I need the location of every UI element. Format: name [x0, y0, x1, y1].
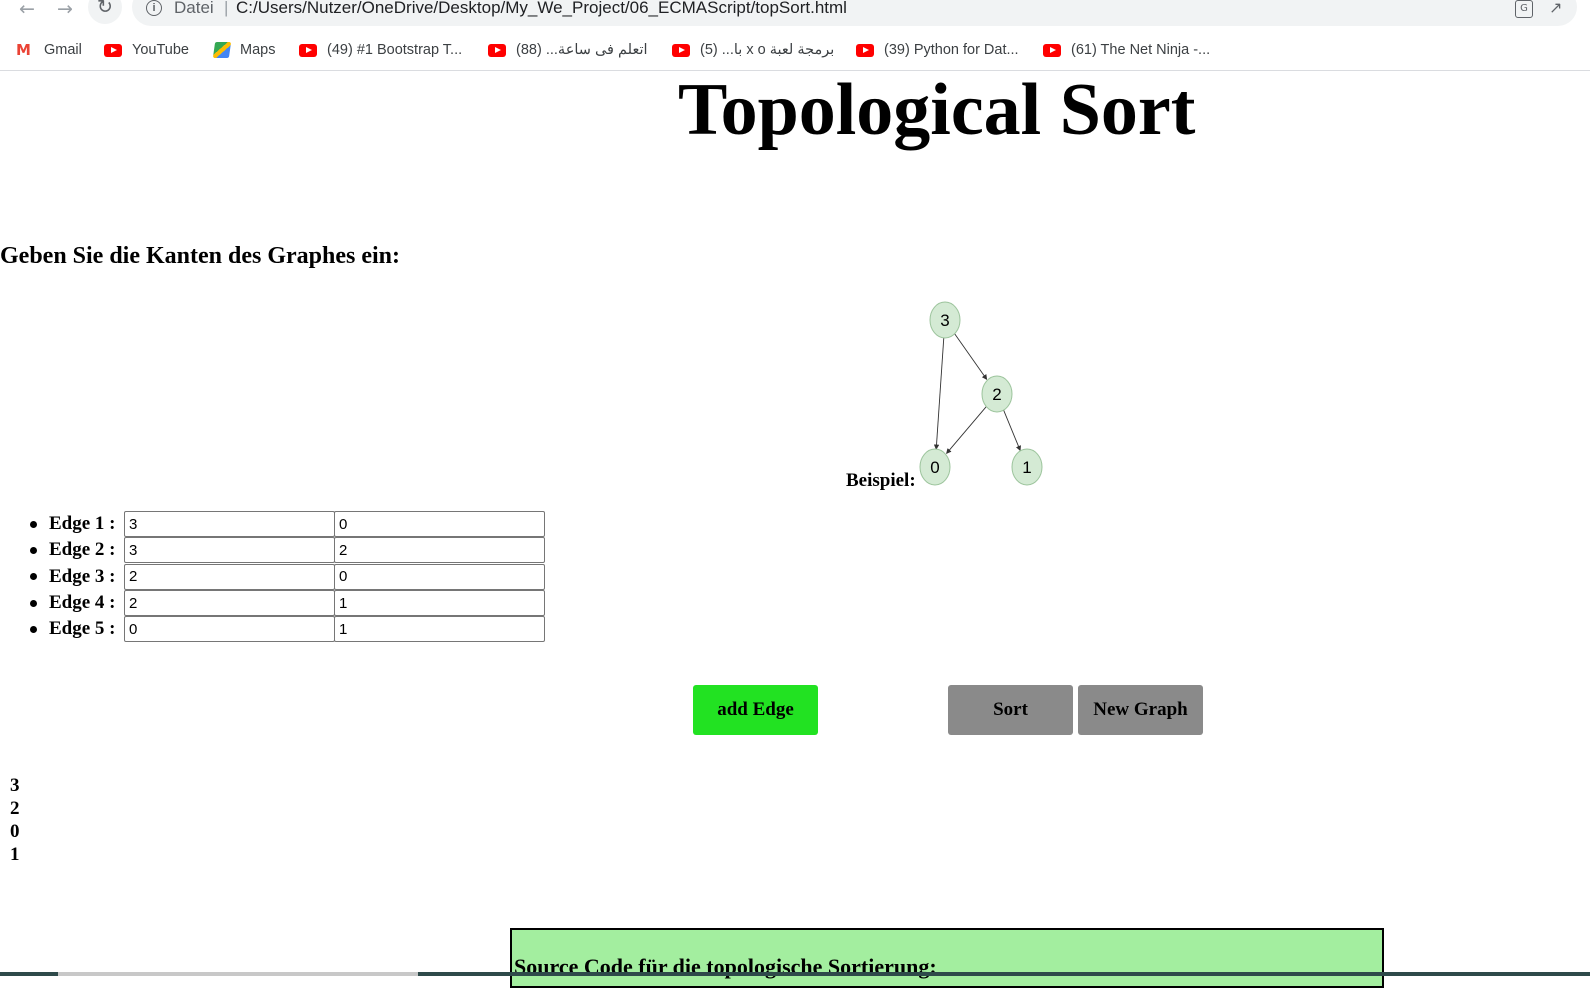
url-text[interactable]: C:/Users/Nutzer/OneDrive/Desktop/My_We_P… — [236, 0, 847, 18]
youtube-icon — [299, 43, 317, 57]
list-bullet — [30, 520, 37, 528]
url-separator: | — [224, 0, 229, 17]
edge-label: Edge 5 : — [49, 618, 116, 640]
youtube-icon — [1043, 43, 1061, 57]
edge-to-input[interactable] — [334, 563, 545, 590]
graph-node-label: 3 — [940, 311, 949, 330]
edge-row: Edge 5 : — [28, 616, 545, 643]
reload-icon[interactable]: ↻ — [88, 0, 122, 24]
result-item: 3 — [10, 775, 20, 796]
bookmark-arabic-1[interactable]: اتعلم فى ساعة... (88) — [488, 39, 648, 61]
bookmark-python[interactable]: (39) Python for Dat... — [856, 39, 1019, 61]
new-graph-button[interactable]: New Graph — [1078, 685, 1203, 735]
example-graph-image: 3 2 0 1 — [919, 301, 1043, 486]
result-item: 0 — [10, 821, 20, 842]
sort-button[interactable]: Sort — [948, 685, 1073, 735]
edge-from-input[interactable] — [124, 563, 335, 590]
bookmark-label: (61) The Net Ninja -... — [1071, 42, 1211, 58]
scheme-label: Datei — [174, 0, 214, 17]
list-bullet — [30, 573, 37, 581]
gmail-icon: M — [16, 40, 31, 59]
translate-icon[interactable]: G — [1515, 0, 1533, 18]
bookmark-maps[interactable]: Maps — [212, 39, 276, 61]
maps-icon — [212, 42, 232, 58]
graph-edge-2-0 — [946, 405, 987, 454]
edge-row: Edge 3 : — [28, 563, 545, 590]
result-item: 1 — [10, 844, 20, 865]
list-bullet — [30, 599, 37, 607]
edge-from-input[interactable] — [124, 537, 335, 564]
edge-to-input[interactable] — [334, 616, 545, 643]
bookmark-bootstrap[interactable]: (49) #1 Bootstrap T... — [299, 39, 462, 61]
edge-label: Edge 2 : — [49, 539, 116, 561]
graph-edge-3-2 — [953, 332, 988, 381]
edge-label: Edge 1 : — [49, 513, 116, 535]
edge-row: Edge 4 : — [28, 590, 545, 617]
bookmark-label: برمجة لعبة x o با... (5) — [700, 42, 835, 58]
youtube-icon — [104, 43, 122, 57]
browser-toolbar: ← → ↻ i Datei | C:/Users/Nutzer/OneDrive… — [0, 0, 1590, 30]
back-arrow-icon[interactable]: ← — [12, 0, 42, 24]
edge-to-input[interactable] — [334, 537, 545, 564]
bookmark-net-ninja[interactable]: (61) The Net Ninja -... — [1043, 39, 1210, 61]
source-code-panel: Source Code für die topologische Sortier… — [510, 928, 1384, 988]
bookmark-gmail[interactable]: M Gmail — [16, 39, 82, 61]
bookmark-youtube[interactable]: YouTube — [104, 39, 189, 61]
graph-node-label: 1 — [1022, 458, 1031, 477]
edge-row: Edge 2 : — [28, 537, 545, 564]
source-code-heading: Source Code für die topologische Sortier… — [514, 954, 937, 979]
add-edge-button[interactable]: add Edge — [693, 685, 818, 735]
info-icon[interactable]: i — [146, 0, 162, 16]
page-title: Topological Sort — [678, 69, 1196, 151]
bookmarks-bar: M Gmail YouTube Maps (49) #1 Bootstrap T… — [0, 30, 1590, 71]
bookmark-arabic-2[interactable]: برمجة لعبة x o با... (5) — [672, 39, 834, 61]
example-label: Beispiel: — [846, 470, 916, 491]
graph-node-label: 0 — [930, 458, 939, 477]
graph-edge-2-1 — [1002, 408, 1021, 452]
bookmark-label: اتعلم فى ساعة... (88) — [516, 42, 648, 58]
edge-to-input[interactable] — [334, 511, 545, 538]
list-bullet — [30, 625, 37, 633]
bookmark-label: Maps — [240, 42, 276, 58]
scrollbar-thumb[interactable] — [58, 972, 418, 976]
result-item: 2 — [10, 798, 20, 819]
sort-result-list: 3 2 0 1 — [10, 774, 20, 866]
list-bullet — [30, 546, 37, 554]
share-icon[interactable]: ↗ — [1549, 0, 1567, 16]
edge-from-input[interactable] — [124, 511, 335, 538]
bookmark-label: (49) #1 Bootstrap T... — [327, 42, 463, 58]
youtube-icon — [856, 43, 874, 57]
graph-node-label: 2 — [992, 385, 1001, 404]
address-bar[interactable]: i Datei | C:/Users/Nutzer/OneDrive/Deskt… — [132, 0, 1577, 26]
bookmark-label: YouTube — [132, 42, 189, 58]
forward-arrow-icon[interactable]: → — [50, 0, 80, 24]
edge-to-input[interactable] — [334, 590, 545, 617]
edge-label: Edge 3 : — [49, 565, 116, 587]
edge-from-input[interactable] — [124, 616, 335, 643]
bookmark-label: (39) Python for Dat... — [884, 42, 1019, 58]
edge-input-prompt: Geben Sie die Kanten des Graphes ein: — [0, 243, 401, 269]
edge-list: Edge 1 : Edge 2 : Edge 3 : Edge 4 : Edge… — [28, 511, 545, 643]
edge-row: Edge 1 : — [28, 511, 545, 538]
edge-from-input[interactable] — [124, 590, 335, 617]
bookmark-label: Gmail — [44, 42, 82, 58]
graph-edge-3-0 — [933, 335, 945, 450]
youtube-icon — [488, 43, 506, 57]
youtube-icon — [672, 43, 690, 57]
edge-label: Edge 4 : — [49, 592, 116, 614]
